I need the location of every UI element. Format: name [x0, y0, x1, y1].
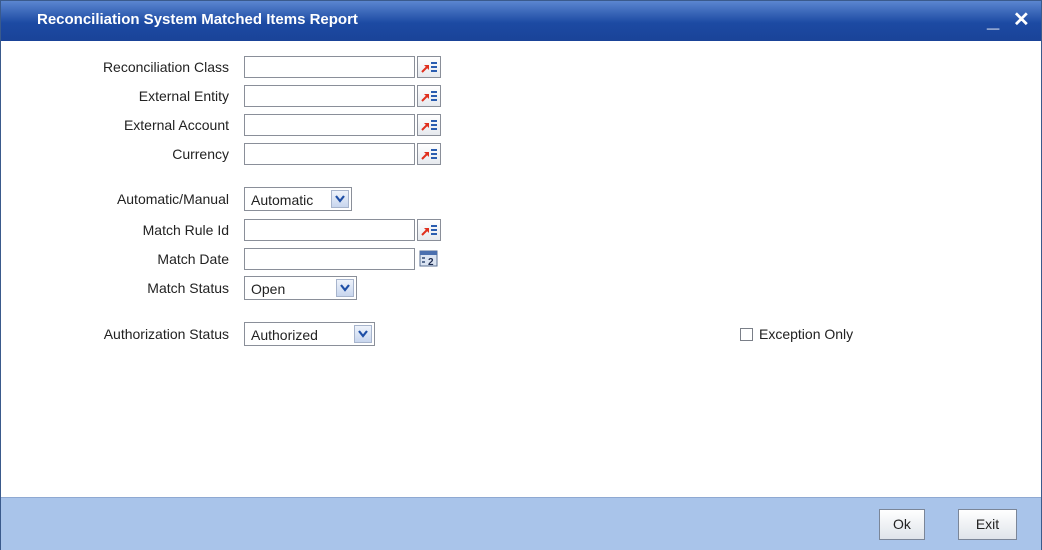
currency-label: Currency [172, 146, 229, 162]
calendar-icon: 2 [419, 250, 438, 268]
list-of-values-icon [421, 91, 437, 102]
match-date-label: Match Date [157, 251, 229, 267]
ok-button[interactable]: Ok [879, 509, 925, 540]
match-status-select[interactable]: Open [244, 276, 357, 300]
external-account-lov-button[interactable] [417, 114, 441, 136]
external-account-input[interactable] [244, 114, 415, 136]
automatic-manual-select[interactable]: Automatic [244, 187, 352, 211]
chevron-down-icon [331, 190, 349, 208]
reconciliation-class-label: Reconciliation Class [102, 59, 229, 75]
external-entity-lov-button[interactable] [417, 85, 441, 107]
list-of-values-icon [421, 149, 437, 160]
svg-text:2: 2 [428, 257, 434, 268]
minimize-button[interactable]: _ [987, 7, 999, 33]
match-status-label: Match Status [147, 280, 229, 296]
currency-lov-button[interactable] [417, 143, 441, 165]
list-of-values-icon [421, 225, 437, 236]
exception-only-label: Exception Only [759, 326, 854, 342]
match-rule-id-lov-button[interactable] [417, 219, 441, 241]
reconciliation-class-lov-button[interactable] [417, 56, 441, 78]
currency-input[interactable] [244, 143, 415, 165]
external-account-label: External Account [123, 117, 229, 133]
match-status-value: Open [251, 281, 286, 297]
chevron-down-icon [354, 325, 372, 343]
automatic-manual-label: Automatic/Manual [116, 191, 229, 207]
close-button[interactable]: ✕ [1013, 7, 1030, 32]
reconciliation-class-input[interactable] [244, 56, 415, 78]
report-window: Reconciliation System Matched Items Repo… [0, 0, 1042, 550]
match-rule-id-label: Match Rule Id [142, 222, 229, 238]
list-of-values-icon [421, 62, 437, 73]
authorization-status-label: Authorization Status [103, 326, 229, 342]
automatic-manual-value: Automatic [251, 192, 314, 208]
window-title: Reconciliation System Matched Items Repo… [37, 11, 358, 28]
list-of-values-icon [421, 120, 437, 131]
match-date-calendar-button[interactable]: 2 [417, 248, 441, 270]
match-date-input[interactable] [244, 248, 415, 270]
authorization-status-value: Authorized [251, 327, 318, 343]
chevron-down-icon [336, 279, 354, 297]
exception-only-checkbox[interactable] [740, 328, 753, 341]
title-bar: Reconciliation System Matched Items Repo… [1, 1, 1041, 41]
external-entity-label: External Entity [138, 88, 229, 104]
match-rule-id-input[interactable] [244, 219, 415, 241]
exit-button[interactable]: Exit [958, 509, 1017, 540]
authorization-status-select[interactable]: Authorized [244, 322, 375, 346]
external-entity-input[interactable] [244, 85, 415, 107]
